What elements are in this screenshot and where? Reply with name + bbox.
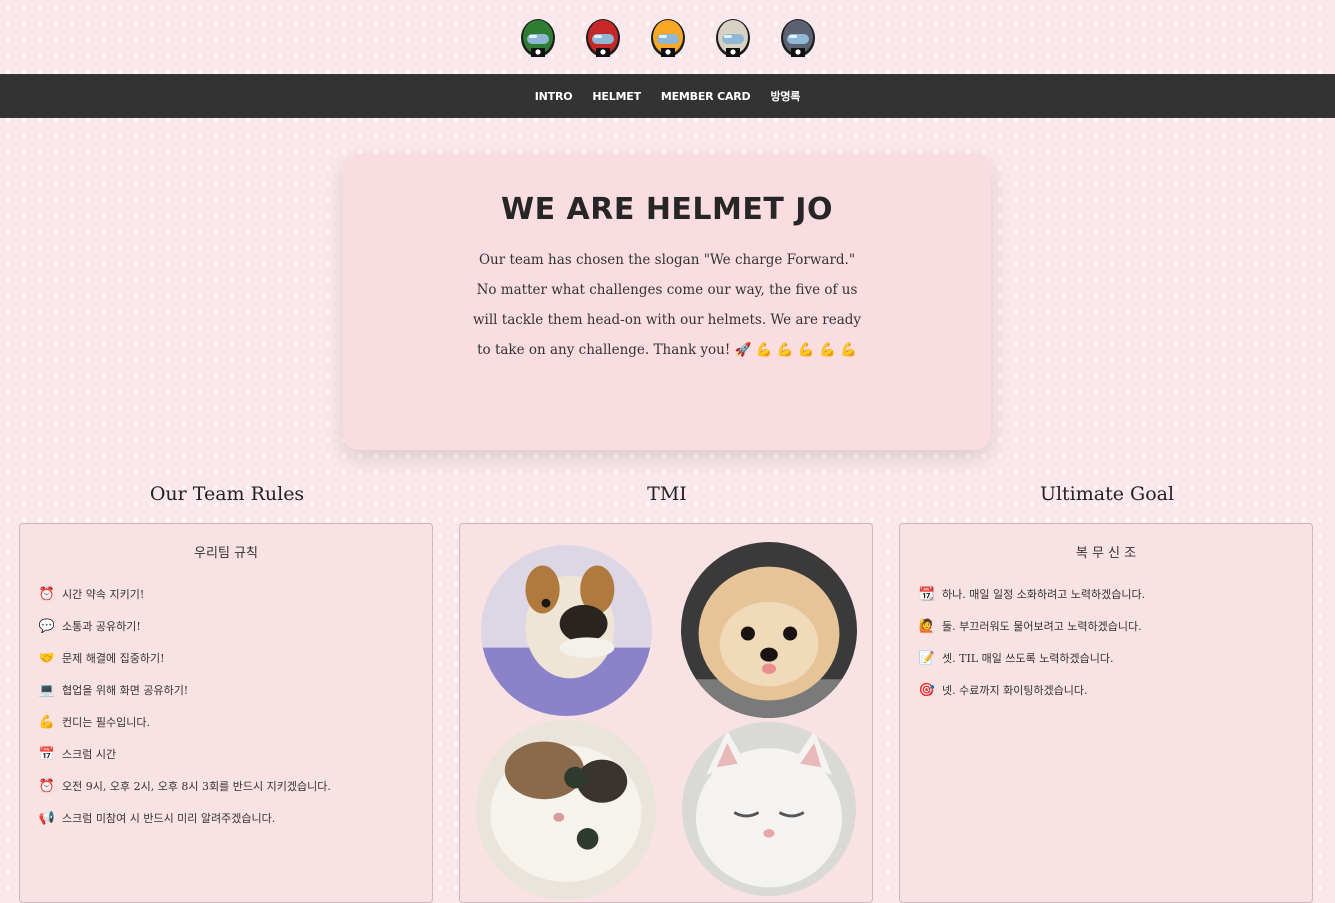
flexed-biceps-icon: 💪 [38,714,56,730]
list-item-text: 셋. TIL 매일 쓰도록 노력하겠습니다. [942,652,1114,665]
list-item-text: 시간 약속 지키기! [62,588,145,601]
megaphone-icon: 📢 [38,810,56,826]
rules-list: ⏰ 시간 약속 지키기! 💬 소통과 공유하기! 🤝 문제 해결에 집중하기! 💻 협업을 위… [39,578,432,834]
list-item: 💪 컨디는 필수입니다. [39,706,432,738]
red-helmet-icon [583,16,623,60]
green-helmet-icon [518,16,558,60]
list-item-text: 오전 9시, 오후 2시, 오후 8시 3회를 반드시 지키겠습니다. [62,780,331,793]
goal-card: 복 무 신 조 📆 하나. 매일 일정 소화하려고 노력하겠습니다. 🙋 둘. 부끄러… [899,523,1313,903]
dog-photo-2 [681,542,857,718]
handshake-icon: 🤝 [38,650,56,666]
alarm-clock-icon: ⏰ [38,586,56,602]
gray-helmet-icon [778,16,818,60]
list-item: 💬 소통과 공유하기! [39,610,432,642]
hero-title: WE ARE HELMET JO [501,192,833,227]
list-item: 📢 스크럼 미참여 시 반드시 미리 알려주겠습니다. [39,802,432,834]
memo-icon: 📝 [918,650,936,666]
computer-icon: 💻 [38,682,56,698]
white-helmet-icon [713,16,753,60]
tmi-section-title: TMI [647,483,687,505]
list-item: 🤝 문제 해결에 집중하기! [39,642,432,674]
list-item: 📆 하나. 매일 일정 소화하려고 노력하겠습니다. [919,578,1312,610]
dog-photo-1 [481,545,652,716]
rules-heading: 우리팀 규칙 [194,546,258,561]
nav-helmet[interactable]: HELMET [592,90,641,103]
list-item-text: 둘. 부끄러워도 물어보려고 노력하겠습니다. [942,620,1142,633]
list-item-text: 소통과 공유하기! [62,620,141,633]
speech-bubble-icon: 💬 [38,618,56,634]
list-item-text: 협업을 위해 화면 공유하기! [62,684,189,697]
list-item: 💻 협업을 위해 화면 공유하기! [39,674,432,706]
nav-member-card[interactable]: MEMBER CARD [661,90,751,103]
list-item-text: 스크럼 시간 [62,748,117,761]
list-item: 🎯 넷. 수료까지 화이팅하겠습니다. [919,674,1312,706]
raising-hand-icon: 🙋 [918,618,936,634]
cat-photo-1 [476,720,656,900]
hero-card: WE ARE HELMET JO Our team has chosen the… [343,154,991,450]
goal-list: 📆 하나. 매일 일정 소화하려고 노력하겠습니다. 🙋 둘. 부끄러워도 물어보려고… [919,578,1312,706]
list-item-text: 넷. 수료까지 화이팅하겠습니다. [942,684,1088,697]
calendar-icon: 📅 [38,746,56,762]
rules-card: 우리팀 규칙 ⏰ 시간 약속 지키기! 💬 소통과 공유하기! 🤝 문제 해결에 집중하기… [19,523,433,903]
list-item: ⏰ 시간 약속 지키기! [39,578,432,610]
tmi-card [459,523,873,903]
target-icon: 🎯 [918,682,936,698]
helmet-row [0,16,1335,62]
cat-photo-2 [682,722,856,896]
top-navbar: INTRO HELMET MEMBER CARD 방명록 [0,74,1335,118]
list-item: 🙋 둘. 부끄러워도 물어보려고 노력하겠습니다. [919,610,1312,642]
rules-section-title: Our Team Rules [149,483,305,505]
list-item: 📝 셋. TIL 매일 쓰도록 노력하겠습니다. [919,642,1312,674]
calendar-icon: 📆 [918,586,936,602]
nav-guestbook[interactable]: 방명록 [770,88,800,104]
list-item: 📅 스크럼 시간 [39,738,432,770]
list-item-text: 컨디는 필수입니다. [62,716,150,729]
list-item: ⏰ 오전 9시, 오후 2시, 오후 8시 3회를 반드시 지키겠습니다. [39,770,432,802]
nav-intro[interactable]: INTRO [535,90,573,103]
list-item-text: 스크럼 미참여 시 반드시 미리 알려주겠습니다. [62,812,276,825]
goal-heading: 복 무 신 조 [1075,546,1137,561]
hero-text: Our team has chosen the slogan "We charg… [472,252,862,358]
yellow-helmet-icon [648,16,688,60]
list-item-text: 하나. 매일 일정 소화하려고 노력하겠습니다. [942,588,1146,601]
list-item-text: 문제 해결에 집중하기! [62,652,165,665]
goal-section-title: Ultimate Goal [1039,483,1175,505]
alarm-clock-icon: ⏰ [38,778,56,794]
